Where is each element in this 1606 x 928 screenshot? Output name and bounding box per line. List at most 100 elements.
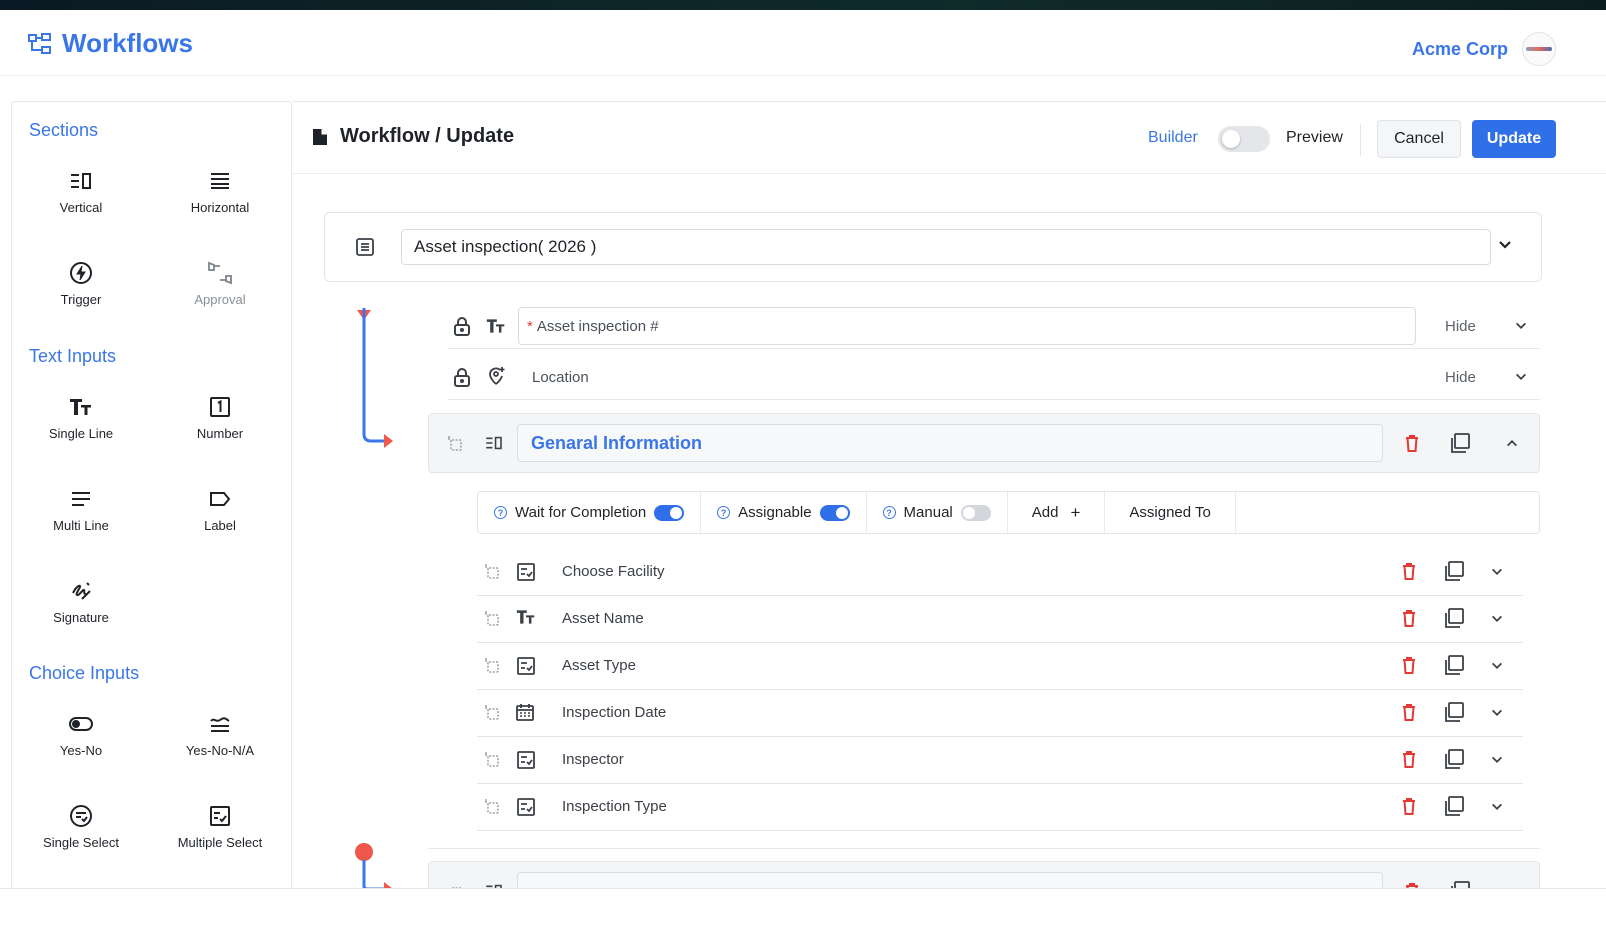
toggle-icon xyxy=(16,709,146,739)
manual-switch[interactable] xyxy=(960,504,991,521)
chevron-down-icon[interactable] xyxy=(1490,800,1504,814)
duplicate-icon[interactable] xyxy=(1444,608,1464,628)
field-row[interactable]: Asset Type xyxy=(477,643,1523,690)
tool-single-select[interactable]: Single Select xyxy=(16,801,146,850)
preview-mode-label[interactable]: Preview xyxy=(1286,129,1343,147)
chevron-down-icon[interactable] xyxy=(1490,659,1504,673)
option-label: Assignable xyxy=(738,504,812,521)
tool-horizontal[interactable]: Horizontal xyxy=(155,166,285,215)
field-label: Asset Type xyxy=(562,657,636,674)
wait-for-completion-switch[interactable] xyxy=(654,504,685,521)
tool-label: Trigger xyxy=(60,292,102,307)
app-brand[interactable]: Workflows xyxy=(28,28,193,59)
trash-icon[interactable] xyxy=(1402,797,1416,815)
location-field[interactable]: Location xyxy=(532,369,589,386)
multi-select-icon xyxy=(155,801,285,831)
tool-label: Yes-No xyxy=(59,743,103,758)
section-title-choice-inputs: Choice Inputs xyxy=(29,663,140,683)
vertical-layout-icon xyxy=(485,436,503,450)
trash-icon[interactable] xyxy=(1402,562,1416,580)
trash-icon[interactable] xyxy=(1402,750,1416,768)
builder-preview-toggle[interactable] xyxy=(1218,126,1270,152)
assigned-to-field[interactable]: Assigned To xyxy=(1105,491,1236,534)
tool-yes-no-na[interactable]: Yes-No-N/A xyxy=(155,709,285,758)
chevron-down-icon[interactable] xyxy=(1497,237,1513,253)
drag-handle-icon[interactable] xyxy=(484,705,500,721)
duplicate-icon[interactable] xyxy=(1444,796,1464,816)
tool-number[interactable]: Number xyxy=(155,392,285,441)
workflow-icon xyxy=(28,32,52,55)
tool-label: Yes-No-N/A xyxy=(185,743,255,758)
tool-label: Single Line xyxy=(48,426,114,441)
manual-option: ? Manual xyxy=(867,491,1008,534)
tool-label: Horizontal xyxy=(190,200,250,215)
viewport-bottom-edge xyxy=(0,888,1606,928)
duplicate-icon[interactable] xyxy=(1444,561,1464,581)
duplicate-icon[interactable] xyxy=(1444,749,1464,769)
visibility-select[interactable]: Hide xyxy=(1445,318,1476,335)
section-group-header: Genaral Information xyxy=(428,413,1540,473)
tool-label: Vertical xyxy=(59,200,103,215)
field-label: Inspection Date xyxy=(562,704,667,721)
lock-icon[interactable] xyxy=(453,367,471,387)
duplicate-icon[interactable] xyxy=(1450,433,1470,453)
text-size-icon xyxy=(516,609,536,625)
asset-inspection-number-field[interactable]: * Asset inspection # xyxy=(518,307,1416,345)
tool-yes-no[interactable]: Yes-No xyxy=(16,709,146,758)
org-switcher[interactable]: Acme Corp xyxy=(1412,32,1556,66)
help-icon[interactable]: ? xyxy=(882,506,896,519)
chevron-down-icon[interactable] xyxy=(1490,753,1504,767)
tool-signature[interactable]: Signature xyxy=(16,576,146,625)
visibility-select[interactable]: Hide xyxy=(1445,369,1476,386)
field-row[interactable]: Choose Facility xyxy=(477,549,1523,596)
drag-handle-icon[interactable] xyxy=(484,658,500,674)
drag-handle-icon[interactable] xyxy=(484,799,500,815)
field-row[interactable]: Inspection Date xyxy=(477,690,1523,737)
help-icon[interactable]: ? xyxy=(717,506,731,519)
tool-trigger[interactable]: Trigger xyxy=(16,258,146,307)
chevron-up-icon[interactable] xyxy=(1505,436,1519,450)
chevron-down-icon[interactable] xyxy=(1490,612,1504,626)
drag-handle-icon[interactable] xyxy=(484,611,500,627)
page-title-text: Workflow / Update xyxy=(340,125,515,147)
avatar[interactable] xyxy=(1522,32,1556,66)
duplicate-icon[interactable] xyxy=(1444,702,1464,722)
cancel-button[interactable]: Cancel xyxy=(1377,120,1461,158)
tool-single-line[interactable]: Single Line xyxy=(16,392,146,441)
tool-vertical[interactable]: Vertical xyxy=(16,166,146,215)
duplicate-icon[interactable] xyxy=(1444,655,1464,675)
chevron-down-icon[interactable] xyxy=(1514,370,1528,384)
drag-handle-icon[interactable] xyxy=(484,752,500,768)
field-row[interactable]: Inspection Type xyxy=(477,784,1523,831)
trash-icon[interactable] xyxy=(1405,434,1419,452)
tool-label[interactable]: Label xyxy=(155,484,285,533)
chevron-down-icon[interactable] xyxy=(1490,565,1504,579)
option-label: Manual xyxy=(903,504,953,521)
section-title-input[interactable]: Genaral Information xyxy=(517,424,1383,462)
trash-icon[interactable] xyxy=(1402,609,1416,627)
workflow-name-input[interactable]: Asset inspection( 2026 ) xyxy=(401,229,1491,265)
drag-handle-icon[interactable] xyxy=(447,436,463,452)
field-row[interactable]: Inspector xyxy=(477,737,1523,784)
drag-handle-icon[interactable] xyxy=(484,564,500,580)
select-box-icon xyxy=(516,750,536,770)
calendar-icon xyxy=(516,703,534,721)
chevron-down-icon[interactable] xyxy=(1490,706,1504,720)
builder-mode-label[interactable]: Builder xyxy=(1148,129,1198,147)
wait-for-completion-option: ? Wait for Completion xyxy=(478,491,702,534)
field-row[interactable]: Asset Name xyxy=(477,596,1523,643)
update-button[interactable]: Update xyxy=(1472,120,1556,158)
tool-label: Single Select xyxy=(43,835,119,850)
tool-approval[interactable]: Approval xyxy=(155,258,285,307)
add-assignee-button[interactable]: Add + xyxy=(1008,491,1106,534)
trash-icon[interactable] xyxy=(1402,703,1416,721)
required-marker: * xyxy=(527,317,533,335)
lock-icon[interactable] xyxy=(453,316,471,336)
tool-multi-line[interactable]: Multi Line xyxy=(16,484,146,533)
trash-icon[interactable] xyxy=(1402,656,1416,674)
page-title: Workflow / Update xyxy=(312,125,514,148)
help-icon[interactable]: ? xyxy=(494,506,507,519)
chevron-down-icon[interactable] xyxy=(1514,319,1528,333)
assignable-switch[interactable] xyxy=(819,504,850,521)
tool-multiple-select[interactable]: Multiple Select xyxy=(155,801,285,850)
